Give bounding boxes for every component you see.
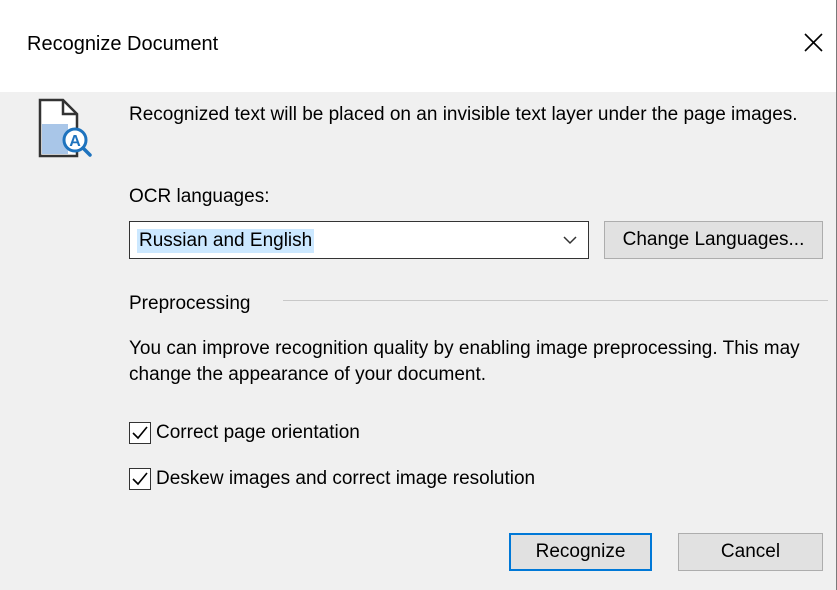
checkmark-icon bbox=[132, 472, 148, 486]
correct-orientation-option[interactable]: Correct page orientation bbox=[129, 421, 360, 445]
preprocessing-group-label: Preprocessing bbox=[129, 293, 251, 314]
cancel-button[interactable]: Cancel bbox=[678, 533, 823, 571]
document-ocr-icon: A bbox=[37, 97, 93, 161]
title-bar: Recognize Document bbox=[0, 0, 836, 92]
change-languages-button[interactable]: Change Languages... bbox=[604, 221, 823, 259]
deskew-label: Deskew images and correct image resoluti… bbox=[156, 468, 536, 489]
dialog-content: A Recognized text will be placed on an i… bbox=[0, 92, 836, 590]
checkmark-icon bbox=[132, 426, 148, 440]
deskew-option[interactable]: Deskew images and correct image resoluti… bbox=[129, 467, 535, 491]
ocr-languages-label: OCR languages: bbox=[129, 186, 270, 207]
chevron-down-icon bbox=[563, 236, 577, 245]
recognize-button[interactable]: Recognize bbox=[509, 533, 652, 571]
group-divider bbox=[283, 300, 828, 301]
close-button[interactable] bbox=[795, 25, 831, 61]
correct-orientation-label: Correct page orientation bbox=[156, 422, 360, 443]
selected-language: Russian and English bbox=[137, 229, 315, 253]
deskew-checkbox[interactable] bbox=[129, 468, 151, 490]
preprocessing-description: You can improve recognition quality by e… bbox=[129, 338, 800, 385]
recognize-document-dialog: Recognize Document A Recognized text wil… bbox=[0, 0, 837, 590]
info-text: Recognized text will be placed on an inv… bbox=[129, 104, 798, 125]
close-icon bbox=[804, 33, 823, 52]
dialog-title: Recognize Document bbox=[27, 33, 219, 55]
ocr-languages-dropdown[interactable]: Russian and English bbox=[129, 221, 589, 259]
svg-text:A: A bbox=[69, 133, 81, 150]
correct-orientation-checkbox[interactable] bbox=[129, 422, 151, 444]
